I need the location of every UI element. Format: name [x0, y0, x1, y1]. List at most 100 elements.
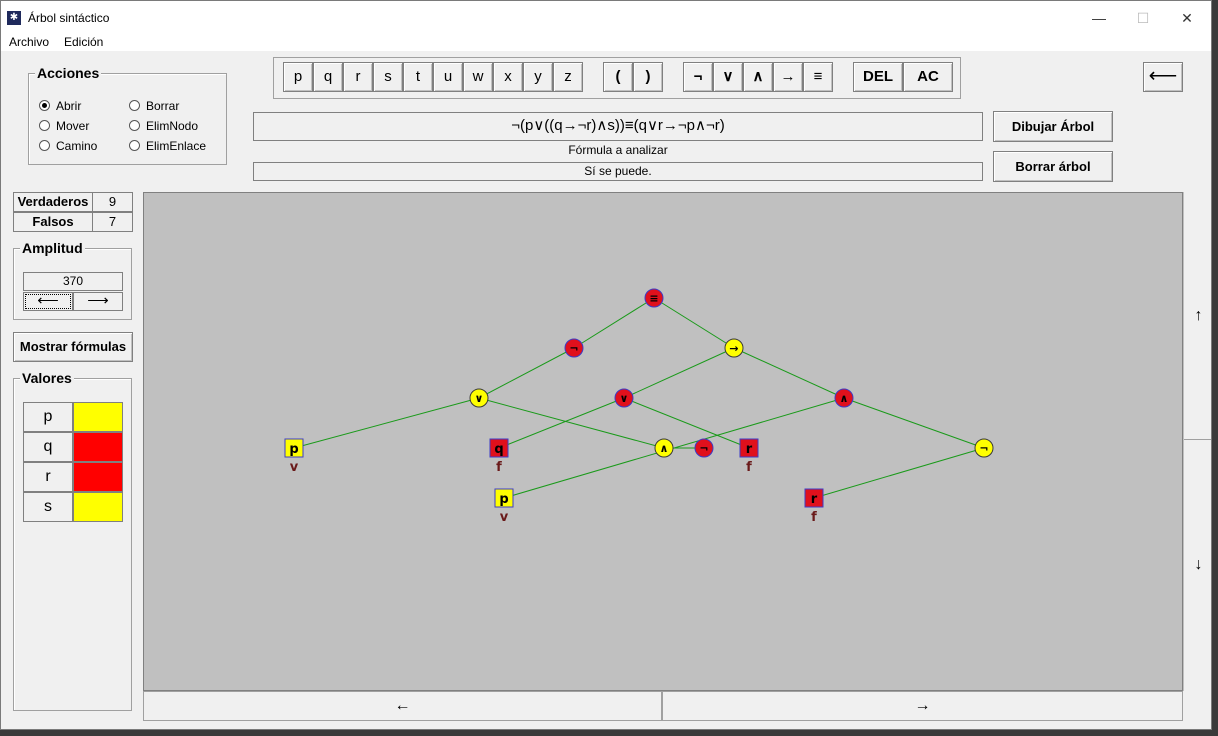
tree-node-caption: v [500, 510, 509, 525]
tree-node-symbol: ∧ [840, 392, 849, 405]
radio-abrir[interactable]: Abrir [39, 99, 81, 113]
radio-circle[interactable] [39, 120, 50, 131]
tree-node-symbol: ¬ [569, 342, 578, 355]
back-button[interactable]: ⟵ [1143, 62, 1183, 92]
amplitud-increase-button[interactable]: ⟶ [73, 292, 123, 311]
vertical-scrollbar[interactable]: ↑ ↓ [1183, 192, 1211, 691]
tree-node-caption: v [290, 460, 299, 475]
tree-edge [623, 397, 750, 449]
key-implies[interactable]: → [773, 62, 803, 92]
radio-circle[interactable] [129, 100, 140, 111]
window-title: Árbol sintáctico [28, 11, 110, 25]
radio-circle[interactable] [39, 100, 50, 111]
key-t[interactable]: t [403, 62, 433, 92]
key-equiv[interactable]: ≡ [803, 62, 833, 92]
tree-op-node[interactable]: ∨ [614, 388, 634, 408]
radio-label: Abrir [56, 99, 82, 113]
tree-var-node-r[interactable]: rf [804, 488, 824, 525]
menu-archivo[interactable]: Archivo [9, 35, 49, 49]
scroll-right-button[interactable]: → [662, 691, 1183, 721]
tree-var-node-p[interactable]: pv [494, 488, 514, 525]
tree-node-symbol: q [494, 442, 503, 457]
tree-node-caption: f [496, 460, 502, 475]
tree-edge [293, 397, 480, 449]
radio-camino[interactable]: Camino [39, 139, 97, 153]
scroll-down-button[interactable]: ↓ [1184, 441, 1211, 689]
tree-canvas[interactable]: ≡ ¬ → ∨ ∨ ∧ p v q f ∧ ¬ r f ¬ p v r f [143, 192, 1183, 691]
key-w[interactable]: w [463, 62, 493, 92]
key-r[interactable]: r [343, 62, 373, 92]
show-formulas-button[interactable]: Mostrar fórmulas [13, 332, 133, 362]
radio-circle[interactable] [129, 140, 140, 151]
key-p[interactable]: p [283, 62, 313, 92]
app-icon: ✱ [7, 11, 21, 25]
value-var-p: p [23, 402, 73, 432]
radio-elimnodo[interactable]: ElimNodo [129, 119, 198, 133]
key-s[interactable]: s [373, 62, 403, 92]
tree-node-symbol: → [729, 342, 738, 355]
radio-mover[interactable]: Mover [39, 119, 89, 133]
key-open-paren[interactable]: ( [603, 62, 633, 92]
value-swatch-p[interactable] [73, 402, 123, 432]
key-q[interactable]: q [313, 62, 343, 92]
radio-circle[interactable] [39, 140, 50, 151]
key-u[interactable]: u [433, 62, 463, 92]
tree-node-symbol: ¬ [699, 442, 708, 455]
radio-circle[interactable] [129, 120, 140, 131]
formula-input[interactable]: ¬(p∨((q→¬r)∧s))≡(q∨r→¬p∧¬r) [253, 112, 983, 141]
radio-elimenlace[interactable]: ElimEnlace [129, 139, 206, 153]
clear-tree-button[interactable]: Borrar árbol [993, 151, 1113, 182]
tree-op-node[interactable]: ∨ [469, 388, 489, 408]
value-swatch-s[interactable] [73, 492, 123, 522]
key-del[interactable]: DEL [853, 62, 903, 92]
tree-op-node[interactable]: → [724, 338, 744, 358]
tree-edge [573, 297, 655, 349]
tree-op-node[interactable]: ∧ [834, 388, 854, 408]
menu-edicion[interactable]: Edición [64, 35, 103, 49]
key-ac[interactable]: AC [903, 62, 953, 92]
formula-caption: Fórmula a analizar [568, 143, 668, 157]
tree-var-node-p[interactable]: pv [284, 438, 304, 475]
tree-var-node-r[interactable]: rf [739, 438, 759, 475]
close-button[interactable]: ✕ [1165, 5, 1209, 31]
amplitud-decrease-button[interactable]: ⟵ [23, 292, 73, 311]
key-and[interactable]: ∧ [743, 62, 773, 92]
draw-tree-button[interactable]: Dibujar Árbol [993, 111, 1113, 142]
scroll-up-button[interactable]: ↑ [1184, 192, 1211, 440]
minimize-button[interactable]: — [1077, 5, 1121, 31]
value-swatch-r[interactable] [73, 462, 123, 492]
key-or[interactable]: ∨ [713, 62, 743, 92]
amplitud-title: Amplitud [20, 240, 85, 256]
value-var-s: s [23, 492, 73, 522]
tree-edge [733, 347, 845, 399]
key-not[interactable]: ¬ [683, 62, 713, 92]
key-y[interactable]: y [523, 62, 553, 92]
radio-borrar[interactable]: Borrar [129, 99, 179, 113]
tree-op-node[interactable]: ∧ [654, 438, 674, 458]
value-var-q: q [23, 432, 73, 462]
key-z[interactable]: z [553, 62, 583, 92]
value-swatch-q[interactable] [73, 432, 123, 462]
tree-node-symbol: ∧ [660, 442, 669, 455]
key-close-paren[interactable]: ) [633, 62, 663, 92]
tree-op-node[interactable]: ¬ [564, 338, 584, 358]
syntax-tree[interactable]: ≡¬ →∨ ∨ ∧pvqf∧ ¬ rf¬pvrf [144, 193, 1183, 691]
true-count-label: Verdaderos [13, 192, 93, 212]
radio-label: Borrar [146, 99, 180, 113]
tree-node-symbol: r [746, 442, 753, 457]
tree-edge [498, 397, 625, 449]
tree-op-node[interactable]: ¬ [694, 438, 714, 458]
tree-node-symbol: p [289, 442, 298, 457]
scroll-left-button[interactable]: ← [143, 691, 662, 721]
tree-op-node[interactable]: ≡ [644, 288, 664, 308]
tree-node-caption: f [811, 510, 817, 525]
false-count-label: Falsos [13, 212, 93, 232]
main-window: ✱ Árbol sintáctico — ☐ ✕ Archivo Edición… [0, 0, 1212, 730]
tree-node-symbol: ¬ [979, 442, 988, 455]
key-x[interactable]: x [493, 62, 523, 92]
tree-op-node[interactable]: ¬ [974, 438, 994, 458]
tree-var-node-q[interactable]: qf [489, 438, 509, 475]
tree-edge [653, 297, 735, 349]
amplitud-value: 370 [23, 272, 123, 291]
maximize-button[interactable]: ☐ [1121, 5, 1165, 31]
